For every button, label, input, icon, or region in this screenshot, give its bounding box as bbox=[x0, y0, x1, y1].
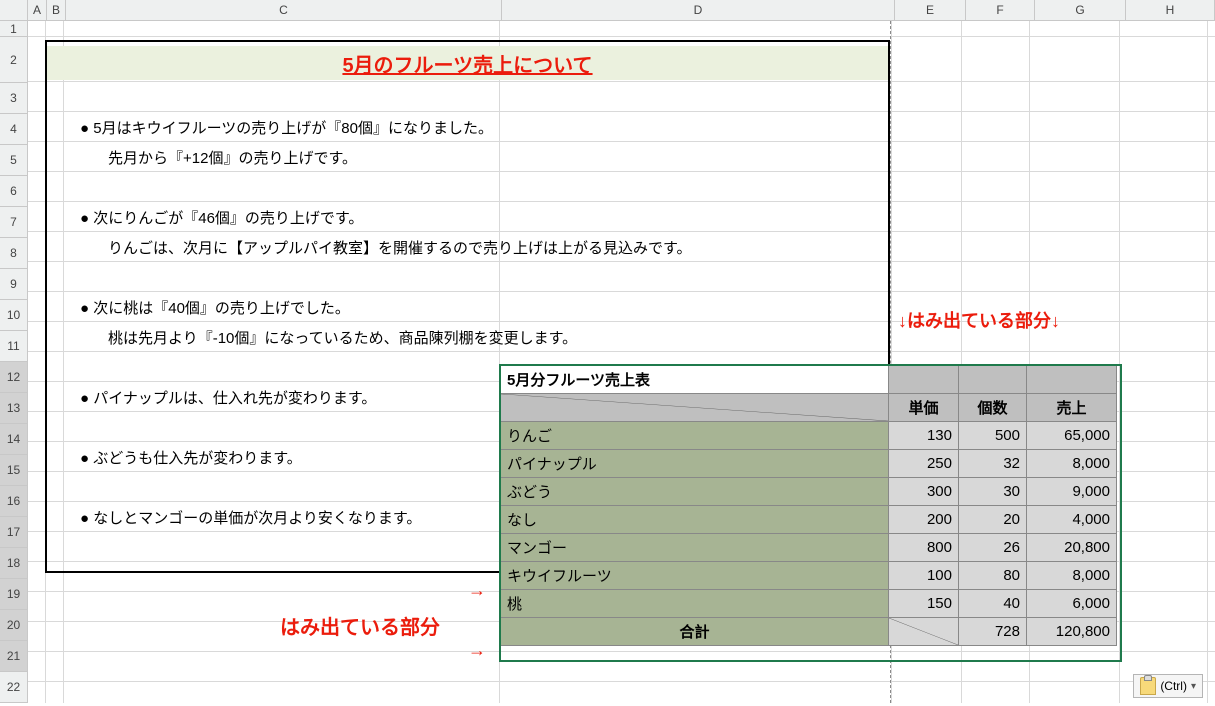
text-line-10: ● 次に桃は『40個』の売り上げでした。 bbox=[80, 297, 350, 318]
row-header-10[interactable]: 10 bbox=[0, 300, 27, 331]
spreadsheet-viewport: A B C D E F G H 1 2 3 4 5 6 7 8 9 10 11 … bbox=[0, 0, 1215, 706]
row-header-4[interactable]: 4 bbox=[0, 114, 27, 145]
text-line-15: ● ぶどうも仕入先が変わります。 bbox=[80, 447, 302, 468]
row-header-8[interactable]: 8 bbox=[0, 238, 27, 269]
row-header-18[interactable]: 18 bbox=[0, 548, 27, 579]
paste-options-button[interactable]: (Ctrl) ▾ bbox=[1133, 674, 1203, 698]
table-total-diag bbox=[889, 618, 959, 646]
row-header-19[interactable]: 19 bbox=[0, 579, 27, 610]
col-header-F[interactable]: F bbox=[966, 0, 1035, 20]
clipboard-icon bbox=[1140, 677, 1156, 695]
table-header-qty: 個数 bbox=[959, 394, 1027, 422]
table-header-price: 単価 bbox=[889, 394, 959, 422]
row-header-2[interactable]: 2 bbox=[0, 37, 27, 83]
table-row: 桃150406,000 bbox=[501, 590, 1117, 618]
row-header-1[interactable]: 1 bbox=[0, 21, 27, 37]
text-line-7: ● 次にりんごが『46個』の売り上げです。 bbox=[80, 207, 363, 228]
row-header-20[interactable]: 20 bbox=[0, 610, 27, 641]
table-total-label: 合計 bbox=[501, 618, 889, 646]
col-header-C[interactable]: C bbox=[66, 0, 502, 20]
text-line-13: ● パイナップルは、仕入れ先が変わります。 bbox=[80, 387, 376, 408]
row-header-16[interactable]: 16 bbox=[0, 486, 27, 517]
col-header-A[interactable]: A bbox=[28, 0, 47, 20]
annotation-overflow-top: ↓はみ出ている部分↓ bbox=[898, 307, 1060, 333]
text-line-4: ● 5月はキウイフルーツの売り上げが『80個』になりました。 bbox=[80, 117, 493, 138]
table-corner-diag bbox=[501, 394, 889, 422]
text-line-5: 先月から『+12個』の売り上げです。 bbox=[108, 147, 357, 168]
table-row: マンゴー8002620,800 bbox=[501, 534, 1117, 562]
text-line-11: 桃は先月より『-10個』になっているため、商品陳列棚を変更します。 bbox=[108, 327, 577, 348]
select-all-corner[interactable] bbox=[0, 0, 28, 20]
row-header-9[interactable]: 9 bbox=[0, 269, 27, 300]
col-header-B[interactable]: B bbox=[47, 0, 66, 20]
row-header-11[interactable]: 11 bbox=[0, 331, 27, 362]
sales-table: 5月分フルーツ売上表 単価 個数 売上 りんご13050065,000 パイナッ… bbox=[500, 365, 1117, 646]
row-header-3[interactable]: 3 bbox=[0, 83, 27, 114]
table-header-sales: 売上 bbox=[1027, 394, 1117, 422]
row-headers: 1 2 3 4 5 6 7 8 9 10 11 12 13 14 15 16 1… bbox=[0, 21, 28, 703]
row-header-21[interactable]: 21 bbox=[0, 641, 27, 672]
report-title: 5月のフルーツ売上について bbox=[45, 46, 890, 80]
table-title: 5月分フルーツ売上表 bbox=[501, 366, 889, 394]
row-header-22[interactable]: 22 bbox=[0, 672, 27, 703]
row-header-17[interactable]: 17 bbox=[0, 517, 27, 548]
table-row: ぶどう300309,000 bbox=[501, 478, 1117, 506]
col-header-G[interactable]: G bbox=[1035, 0, 1126, 20]
column-headers: A B C D E F G H bbox=[0, 0, 1215, 21]
row-header-5[interactable]: 5 bbox=[0, 145, 27, 176]
row-header-7[interactable]: 7 bbox=[0, 207, 27, 238]
grid-area[interactable]: 5月のフルーツ売上について ● 5月はキウイフルーツの売り上げが『80個』になり… bbox=[28, 21, 1215, 703]
chevron-down-icon: ▾ bbox=[1191, 681, 1196, 692]
table-row: りんご13050065,000 bbox=[501, 422, 1117, 450]
col-header-H[interactable]: H bbox=[1126, 0, 1215, 20]
table-row: キウイフルーツ100808,000 bbox=[501, 562, 1117, 590]
table-total-qty: 728 bbox=[959, 618, 1027, 646]
text-line-17: ● なしとマンゴーの単価が次月より安くなります。 bbox=[80, 507, 421, 528]
paste-options-label: (Ctrl) bbox=[1160, 679, 1187, 693]
row-header-13[interactable]: 13 bbox=[0, 393, 27, 424]
annotation-arrow-1: → bbox=[468, 580, 486, 601]
table-row: なし200204,000 bbox=[501, 506, 1117, 534]
table-total-sales: 120,800 bbox=[1027, 618, 1117, 646]
table-row: パイナップル250328,000 bbox=[501, 450, 1117, 478]
row-header-15[interactable]: 15 bbox=[0, 455, 27, 486]
row-header-6[interactable]: 6 bbox=[0, 176, 27, 207]
annotation-arrow-2: → bbox=[468, 640, 486, 661]
col-header-E[interactable]: E bbox=[895, 0, 966, 20]
row-header-14[interactable]: 14 bbox=[0, 424, 27, 455]
annotation-overflow-side: はみ出ている部分 bbox=[280, 611, 440, 640]
text-line-8: りんごは、次月に【アップルパイ教室】を開催するので売り上げは上がる見込みです。 bbox=[108, 237, 692, 258]
row-header-12[interactable]: 12 bbox=[0, 362, 27, 393]
col-header-D[interactable]: D bbox=[502, 0, 895, 20]
